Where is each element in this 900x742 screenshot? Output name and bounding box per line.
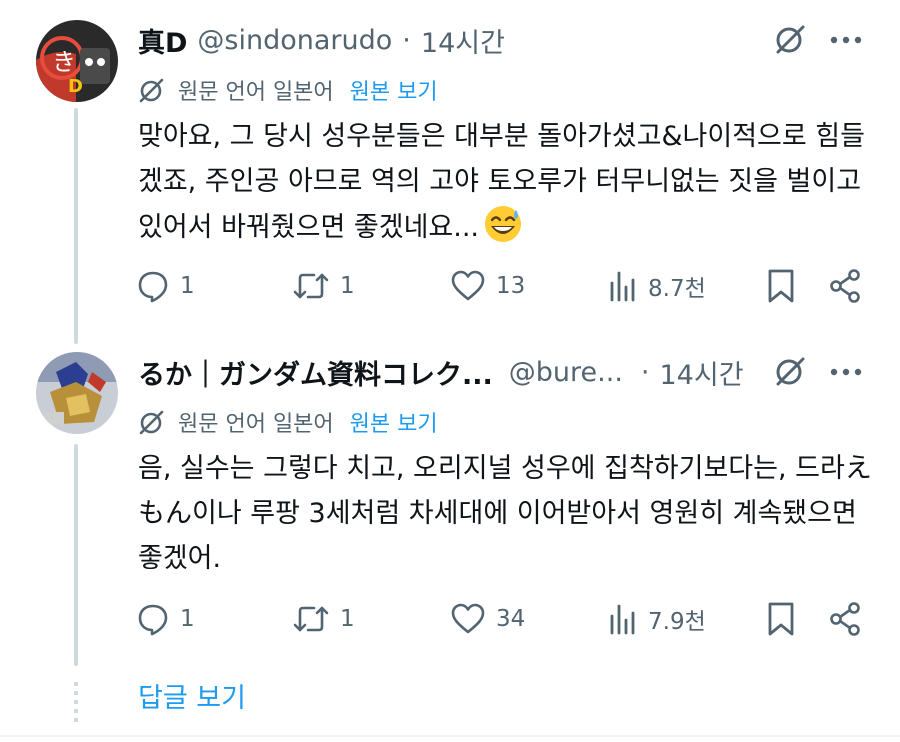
views-button[interactable]: 8.7천: [608, 263, 706, 309]
reply-button[interactable]: 1: [136, 596, 195, 642]
translation-label: 원문 언어 일본어: [178, 412, 334, 437]
divider: [0, 735, 900, 737]
view-count: 7.9천: [648, 609, 706, 635]
reply-icon: [138, 604, 168, 636]
bookmark-button[interactable]: [766, 263, 796, 309]
display-name[interactable]: 真D: [138, 21, 187, 60]
reply-count: 1: [180, 273, 195, 299]
repost-count: 1: [340, 606, 355, 632]
translate-icon: [139, 78, 164, 103]
tweet-header: るか｜ガンダム資料コレク... @bure... · 14시간: [138, 350, 744, 394]
views-button[interactable]: 7.9천: [608, 596, 706, 642]
tweet-text: 음, 실수는 그렇다 치고, 오리지널 성우에 집착하기보다는, 드라えもん이나…: [138, 446, 878, 581]
reply-button[interactable]: 1: [136, 263, 195, 309]
share-button[interactable]: [828, 596, 862, 642]
like-button[interactable]: 13: [450, 263, 525, 309]
grok-icon[interactable]: [770, 352, 810, 392]
thread-continuation-dots: [74, 682, 78, 722]
share-icon: [830, 269, 860, 303]
display-name[interactable]: るか｜ガンダム資料コレク...: [138, 353, 493, 392]
tweet-body: 음, 실수는 그렇다 치고, 오리지널 성우에 집착하기보다는, 드라えもん이나…: [138, 453, 872, 574]
translation-row: 원문 언어 일본어 원본 보기: [138, 404, 438, 440]
more-options-icon[interactable]: [826, 20, 866, 60]
translation-row: 원문 언어 일본어 원본 보기: [138, 72, 438, 108]
share-button[interactable]: [828, 263, 862, 309]
bookmark-button[interactable]: [766, 596, 796, 642]
repost-button[interactable]: 1: [292, 263, 355, 309]
show-replies-link[interactable]: 답글 보기: [138, 676, 246, 715]
repost-count: 1: [340, 273, 355, 299]
bookmark-icon: [768, 269, 794, 303]
separator-dot: ·: [640, 356, 650, 388]
separator-dot: ·: [402, 24, 411, 56]
user-handle[interactable]: @bure...: [509, 357, 623, 388]
like-count: 34: [496, 606, 526, 632]
action-bar: 1 1 13 8.7천: [0, 263, 900, 309]
repost-icon: [293, 606, 329, 632]
user-handle[interactable]: @sindonarudo: [197, 25, 392, 56]
translate-icon: [139, 410, 164, 435]
repost-icon: [293, 273, 329, 299]
views-icon: [610, 604, 635, 635]
tweet-text: 맞아요, 그 당시 성우분들은 대부분 돌아가셨고&나이적으로 힘들겠죠, 주인…: [138, 114, 878, 250]
svg-text:D: D: [68, 76, 83, 97]
heart-icon: [451, 603, 485, 634]
reply-count: 1: [180, 606, 195, 632]
timestamp[interactable]: 14시간: [660, 353, 744, 392]
bookmark-icon: [768, 602, 794, 636]
action-bar: 1 1 34 7.9천: [0, 596, 900, 642]
repost-button[interactable]: 1: [292, 596, 355, 642]
grinning-sweat-emoji: [483, 204, 523, 244]
tweet-header: 真D @sindonarudo · 14시간: [138, 18, 505, 62]
share-icon: [830, 602, 860, 636]
view-count: 8.7천: [648, 276, 706, 302]
like-button[interactable]: 34: [450, 596, 525, 642]
avatar[interactable]: [36, 352, 118, 434]
show-original-link[interactable]: 원본 보기: [350, 406, 438, 438]
grok-icon[interactable]: [770, 20, 810, 60]
avatar[interactable]: き D: [36, 20, 118, 102]
heart-icon: [451, 270, 485, 301]
timestamp[interactable]: 14시간: [421, 21, 505, 60]
like-count: 13: [496, 273, 526, 299]
reply-icon: [138, 271, 168, 303]
svg-text:き: き: [52, 48, 76, 76]
views-icon: [610, 271, 635, 302]
translation-label: 원문 언어 일본어: [178, 80, 334, 105]
more-options-icon[interactable]: [826, 352, 866, 392]
show-original-link[interactable]: 원본 보기: [350, 74, 438, 106]
